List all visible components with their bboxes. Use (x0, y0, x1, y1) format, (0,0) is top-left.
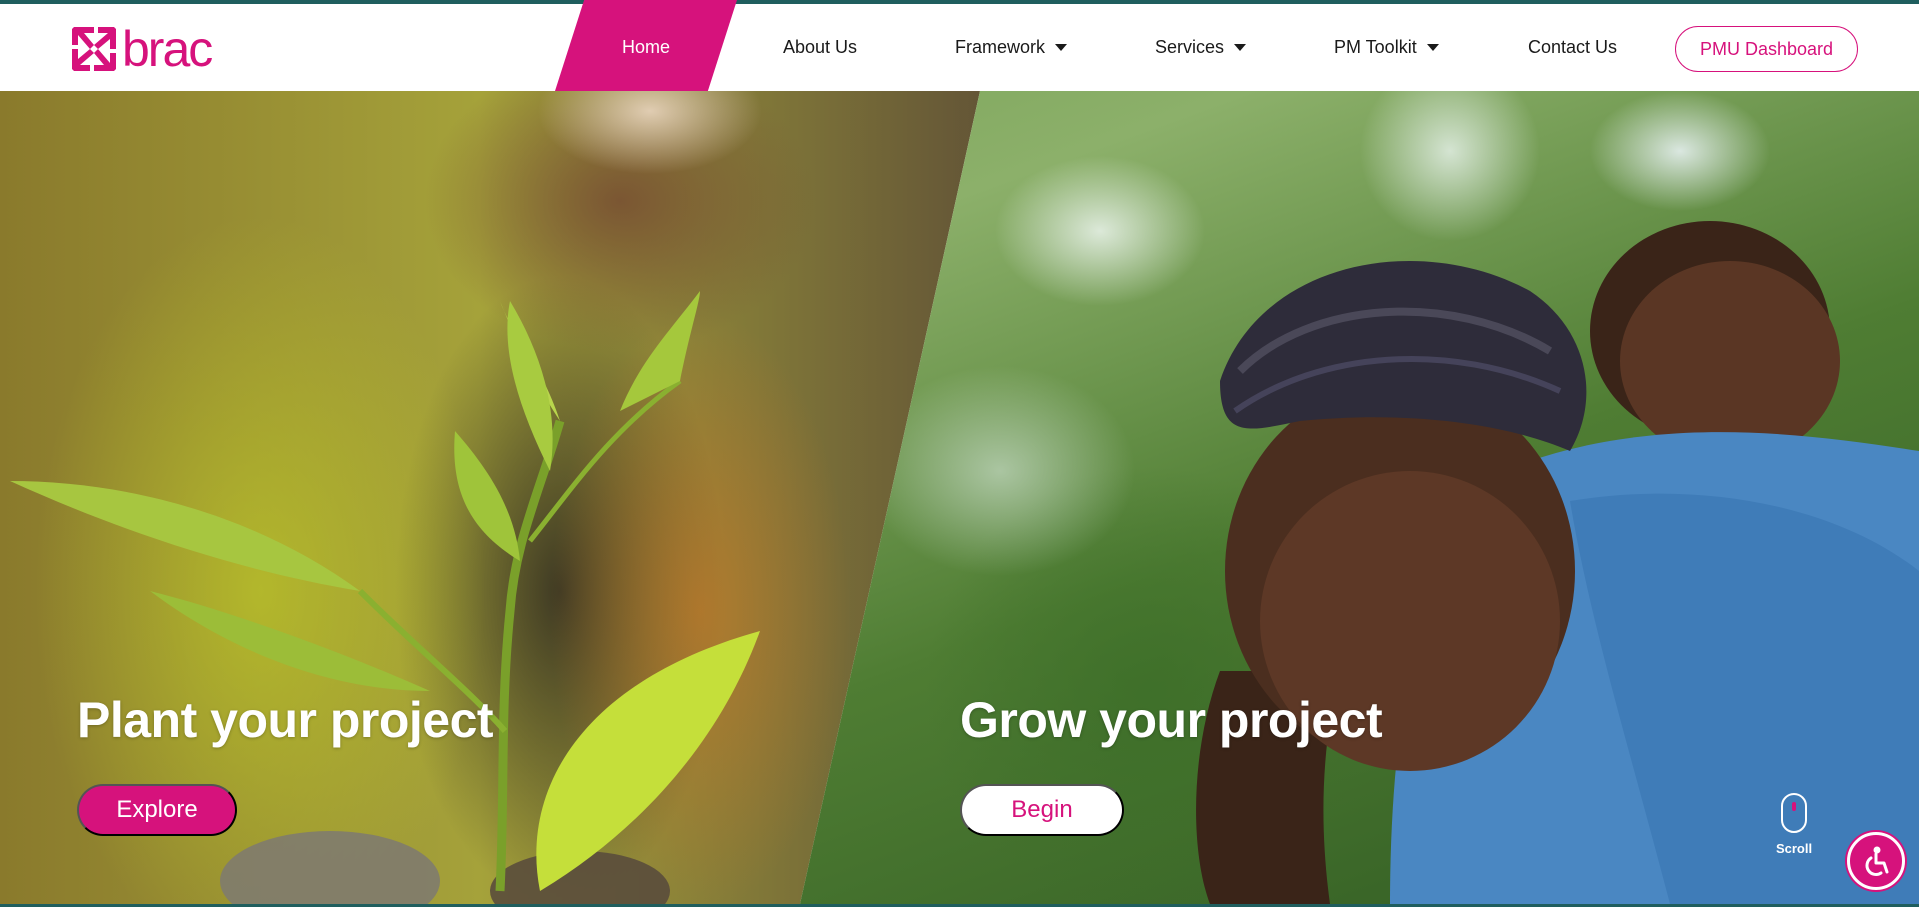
nav-home-label: Home (621, 37, 670, 57)
nav-services-label: Services (1155, 37, 1225, 57)
nav-contact-label: Contact Us (1528, 37, 1618, 57)
explore-button[interactable]: Explore (77, 784, 237, 836)
chevron-down-icon (1426, 44, 1439, 51)
accessibility-button[interactable] (1847, 832, 1905, 890)
chevron-down-icon (1234, 44, 1247, 51)
site-header: brac Home About Us Framework Services PM… (0, 0, 1919, 91)
woman-with-baby-image (1196, 221, 1919, 904)
mouse-scroll-icon (1781, 793, 1807, 833)
nav-about-label: About Us (783, 37, 858, 57)
main-navigation: Home About Us Framework Services PM Tool… (0, 0, 1919, 91)
nav-framework-label: Framework (955, 37, 1046, 57)
begin-button[interactable]: Begin (960, 784, 1124, 836)
chevron-down-icon (1055, 44, 1068, 51)
accessibility-icon (1865, 846, 1889, 876)
nav-item-contact-us[interactable]: Contact Us (1528, 4, 1617, 91)
scroll-label: Scroll (1775, 841, 1813, 856)
scroll-indicator[interactable]: Scroll (1772, 793, 1816, 856)
nav-item-services[interactable]: Services (1155, 4, 1247, 91)
nav-pm-toolkit-label: PM Toolkit (1334, 37, 1417, 57)
nav-item-pm-toolkit[interactable]: PM Toolkit (1334, 4, 1439, 91)
nav-item-about-us[interactable]: About Us (783, 4, 857, 91)
nav-item-home[interactable]: Home (555, 4, 737, 91)
nav-item-framework[interactable]: Framework (955, 4, 1068, 91)
pmu-dashboard-button[interactable]: PMU Dashboard (1675, 26, 1858, 72)
hero-left-title: Plant your project (77, 692, 494, 748)
hero-right-title: Grow your project (960, 692, 1383, 748)
hero-section: Plant your project Explore Grow your pro… (0, 91, 1919, 904)
